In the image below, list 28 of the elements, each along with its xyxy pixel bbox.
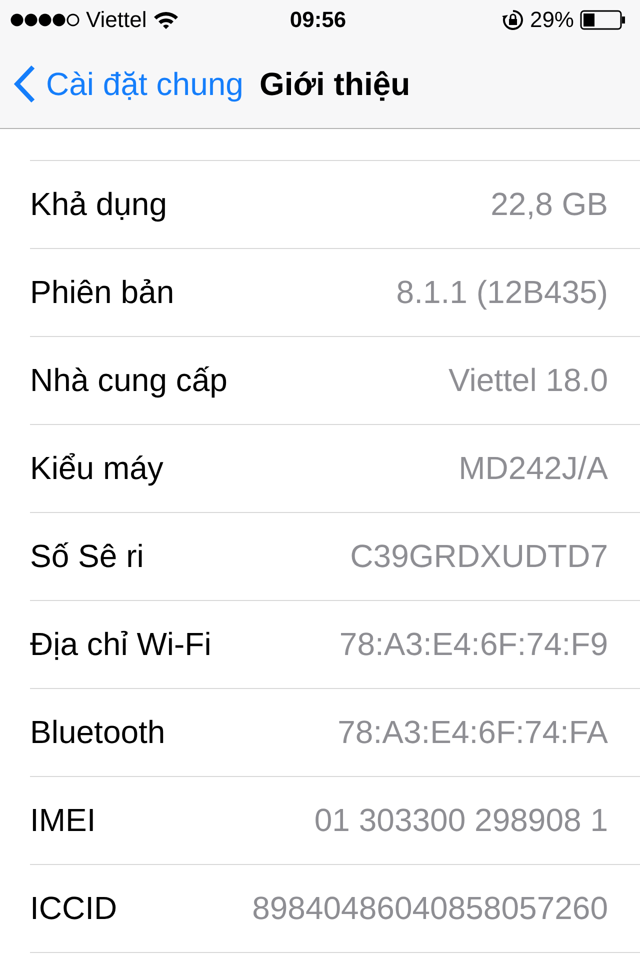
carrier-name: Viettel bbox=[86, 7, 147, 33]
row-value: 78:A3:E4:6F:74:FA bbox=[338, 714, 608, 751]
row-label: Số Sê ri bbox=[30, 538, 144, 575]
battery-icon bbox=[580, 10, 626, 30]
row-label: Khả dụng bbox=[30, 186, 168, 223]
row-label: ICCID bbox=[30, 890, 118, 927]
wifi-icon bbox=[152, 10, 179, 30]
back-button[interactable]: Cài đặt chung bbox=[14, 65, 244, 103]
page-title: Giới thiệu bbox=[259, 66, 410, 102]
rotation-lock-icon bbox=[502, 9, 524, 31]
row-value: 22,8 GB bbox=[490, 186, 608, 223]
row-value: C39GRDXUDTD7 bbox=[350, 538, 608, 575]
row-value: MD242J/A bbox=[458, 450, 608, 487]
row-value: 78:A3:E4:6F:74:F9 bbox=[339, 626, 608, 663]
row-label: Nhà cung cấp bbox=[30, 362, 228, 399]
row-value: Viettel 18.0 bbox=[448, 362, 608, 399]
clock-time: 09:56 bbox=[290, 7, 346, 33]
chevron-left-icon bbox=[14, 65, 36, 103]
signal-icon bbox=[10, 13, 80, 27]
row-label: Địa chỉ Wi-Fi bbox=[30, 626, 212, 663]
row-label: IMEI bbox=[30, 802, 96, 839]
row-value: 8.1.1 (12B435) bbox=[396, 274, 608, 311]
row-value: 01 303300 298908 1 bbox=[314, 802, 608, 839]
row-label: Phiên bản bbox=[30, 274, 174, 311]
row-label: Kiểu máy bbox=[30, 450, 164, 487]
row-value: 89840486040858057260 bbox=[252, 890, 608, 927]
battery-percent: 29% bbox=[530, 7, 574, 33]
row-label: Bluetooth bbox=[30, 714, 166, 751]
